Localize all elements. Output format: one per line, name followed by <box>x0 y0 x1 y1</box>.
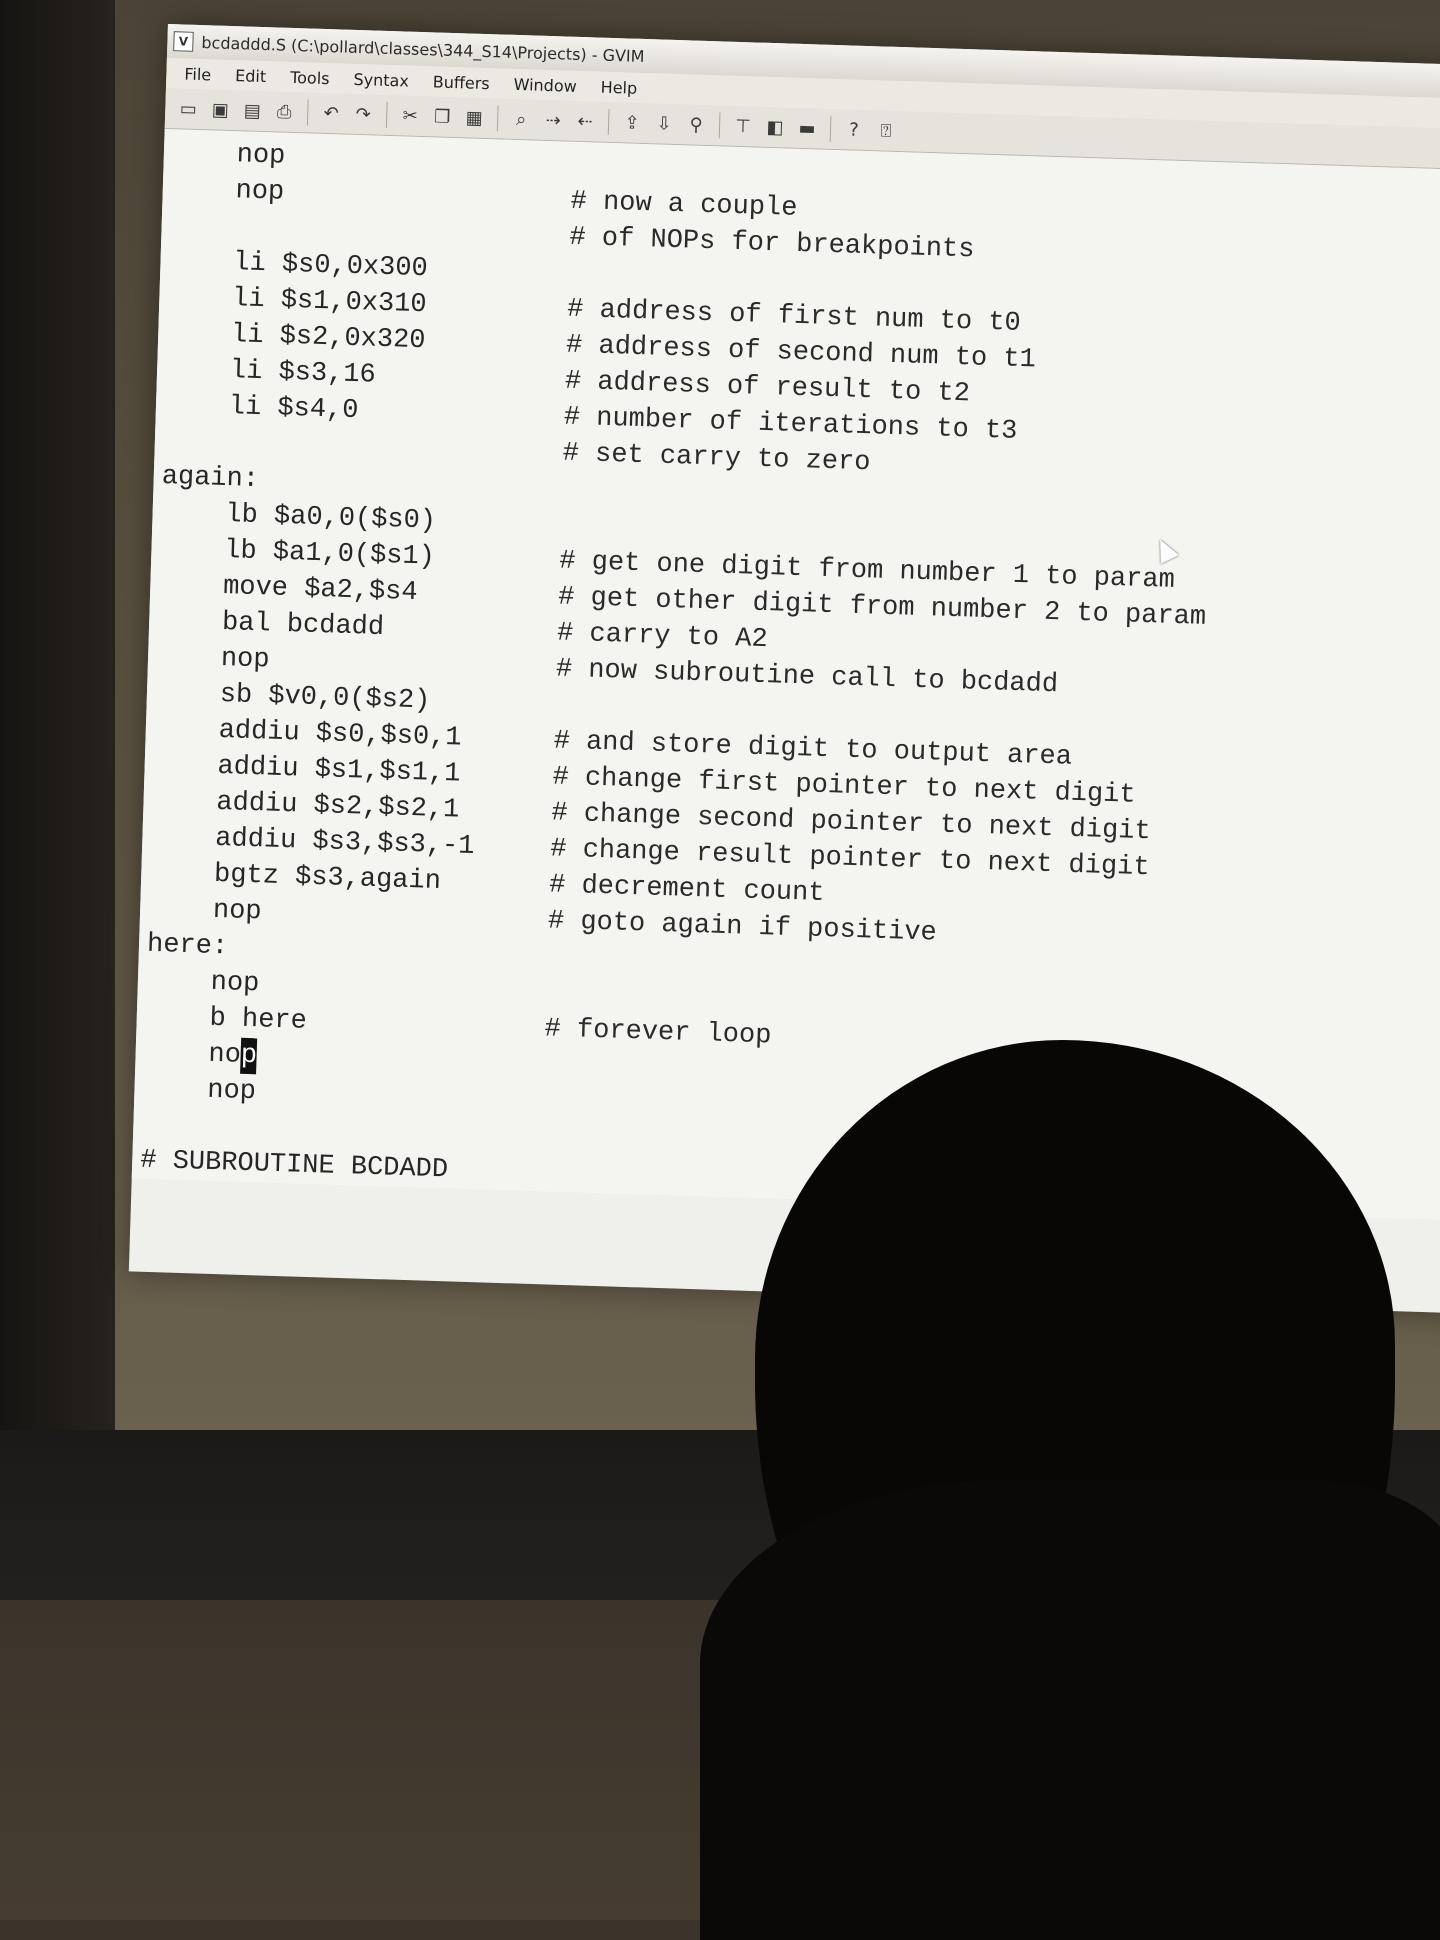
open-icon[interactable]: ▭ <box>173 93 204 124</box>
code-text: no <box>143 1037 242 1071</box>
menu-file[interactable]: File <box>174 62 221 86</box>
undo-icon[interactable]: ↶ <box>316 98 347 129</box>
load-session-icon[interactable]: ⇪ <box>617 107 648 138</box>
toolbar-separator <box>496 105 499 132</box>
find-help-icon[interactable]: ⍰ <box>871 115 902 146</box>
copy-icon[interactable]: ❐ <box>427 101 458 132</box>
toolbar-separator <box>385 101 388 128</box>
shell-icon[interactable]: ◧ <box>760 112 791 143</box>
print-icon[interactable]: ⎙ <box>269 96 300 127</box>
toolbar-separator <box>718 112 721 139</box>
toolbar-separator <box>607 108 610 135</box>
save-all-icon[interactable]: ▤ <box>237 95 268 126</box>
save-icon[interactable]: ▣ <box>205 94 236 125</box>
find-icon[interactable]: ⌕ <box>506 104 537 135</box>
make-icon[interactable]: ⊤ <box>728 111 759 142</box>
menu-syntax[interactable]: Syntax <box>343 67 419 92</box>
code-comment: # forever loop <box>544 1014 772 1052</box>
menu-help[interactable]: Help <box>590 75 647 100</box>
text-cursor: p <box>240 1037 258 1075</box>
code-editor[interactable]: nop nop # now a couple # of NOPs for brea… <box>131 128 1440 1223</box>
cut-icon[interactable]: ✂ <box>395 100 426 131</box>
save-session-icon[interactable]: ⇩ <box>649 108 680 139</box>
find-prev-icon[interactable]: ⇠ <box>570 106 601 137</box>
menu-window[interactable]: Window <box>503 72 587 98</box>
paste-icon[interactable]: ▦ <box>459 102 490 133</box>
menu-edit[interactable]: Edit <box>225 63 277 88</box>
help-icon[interactable]: ? <box>839 114 870 145</box>
menu-buffers[interactable]: Buffers <box>422 70 500 95</box>
run-script-icon[interactable]: ⚲ <box>681 109 712 140</box>
find-next-icon[interactable]: ⇢ <box>538 105 569 136</box>
viewer-body-silhouette <box>700 1480 1440 1940</box>
toolbar-separator <box>829 115 832 142</box>
ctags-icon[interactable]: ▬ <box>792 113 823 144</box>
redo-icon[interactable]: ↷ <box>348 99 379 130</box>
toolbar-separator <box>306 99 309 126</box>
menu-tools[interactable]: Tools <box>280 65 340 90</box>
gvim-app-icon: V <box>173 31 194 52</box>
